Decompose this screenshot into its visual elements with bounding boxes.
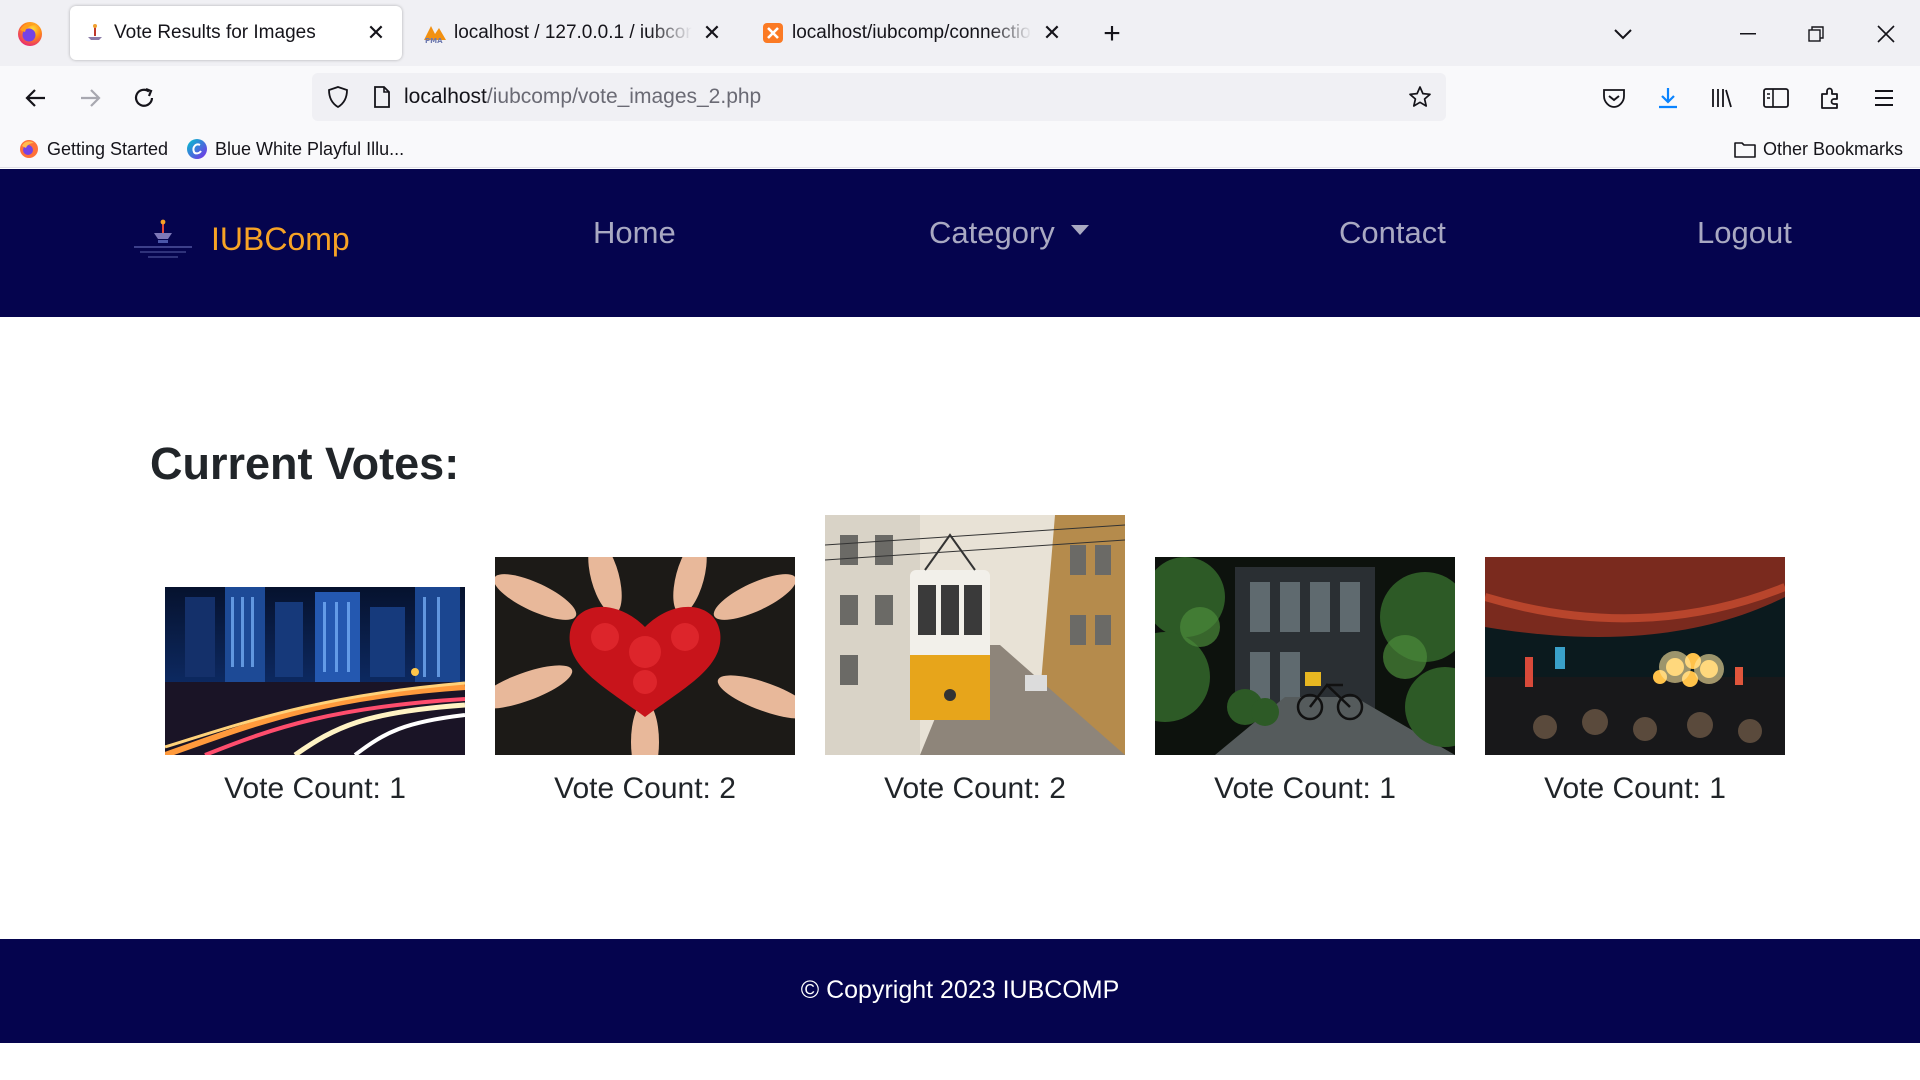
page-info-icon[interactable] [366,81,398,113]
forward-arrow-icon[interactable] [70,78,110,118]
current-votes-heading: Current Votes: [150,438,460,489]
new-tab-plus-icon[interactable]: + [1092,14,1132,54]
minimize-icon[interactable] [1728,14,1768,54]
site-navbar: IUBComp Home Category Contact Logout [0,169,1920,317]
close-tab-icon[interactable]: ✕ [696,17,728,49]
url-host: localhost [404,85,487,108]
close-tab-icon[interactable]: ✕ [360,17,392,49]
downloads-icon[interactable] [1648,78,1688,118]
browser-navigation-bar: localhost/iubcomp/vote_images_2.php [0,66,1920,130]
bookmarks-toolbar: Getting Started Blue White Playful Illu.… [0,130,1920,168]
red-painted-hands-image [495,557,795,755]
vote-count: Vote Count: 2 [554,772,736,805]
back-arrow-icon[interactable] [16,78,56,118]
vote-count: Vote Count: 2 [884,772,1066,805]
copyright-text: © Copyright 2023 IUBCOMP [800,976,1120,1004]
phpmyadmin-icon: PMA [422,20,448,46]
brand-name[interactable]: IUBComp [211,221,350,258]
list-all-tabs-chevron-icon[interactable] [1603,14,1643,54]
nav-contact[interactable]: Contact [1339,215,1446,251]
bookmark-star-icon[interactable] [1404,81,1436,113]
close-window-icon[interactable] [1866,14,1906,54]
firefox-menu-icon[interactable] [14,18,46,50]
tab-vote-results[interactable]: Vote Results for Images ✕ [70,6,402,60]
svg-text:PMA: PMA [425,37,443,44]
pocket-icon[interactable] [1594,78,1634,118]
canva-icon [186,138,208,160]
firefox-icon [18,138,40,160]
extensions-icon[interactable] [1810,78,1850,118]
close-tab-icon[interactable]: ✕ [1036,17,1068,49]
xampp-icon [760,20,786,46]
caret-down-icon [1070,225,1089,235]
reload-icon[interactable] [124,78,164,118]
nav-category-label: Category [929,215,1055,250]
bookmark-getting-started[interactable]: Getting Started [18,135,168,163]
tab-title: Vote Results for Images [114,22,316,43]
tab-title: localhost / 127.0.0.1 / iubcomp [454,22,692,43]
iub-favicon-icon [82,20,108,46]
nav-home[interactable]: Home [593,215,676,251]
bookmark-label: Getting Started [47,138,169,159]
vote-count: Vote Count: 1 [1544,772,1726,805]
alley-bicycle-image [1155,557,1455,755]
sidebar-icon[interactable] [1756,78,1796,118]
browser-tab-bar: Vote Results for Images ✕ PMA localhost … [0,0,1920,66]
url-text[interactable]: localhost/iubcomp/vote_images_2.php [404,85,761,109]
nav-category-dropdown[interactable]: Category [929,215,1089,251]
other-bookmarks-label: Other Bookmarks [1763,138,1904,159]
address-bar[interactable]: localhost/iubcomp/vote_images_2.php [312,73,1446,121]
bookmark-blue-white-playful[interactable]: Blue White Playful Illu... [186,135,404,163]
bookmark-label: Blue White Playful Illu... [215,138,405,159]
url-path: /iubcomp/vote_images_2.php [486,85,762,108]
iub-logo-icon[interactable] [130,219,196,263]
restore-icon[interactable] [1796,14,1836,54]
yellow-tram-street-image [825,515,1125,755]
tab-title: localhost/iubcomp/connection.php [792,22,1032,43]
library-icon[interactable] [1702,78,1742,118]
vote-count: Vote Count: 1 [1214,772,1396,805]
hamburger-menu-icon[interactable] [1864,78,1904,118]
tab-phpmyadmin[interactable]: PMA localhost / 127.0.0.1 / iubcomp ✕ [410,6,738,60]
city-night-traffic-image [165,587,465,755]
vote-count: Vote Count: 1 [224,772,406,805]
site-footer: © Copyright 2023 IUBCOMP [0,939,1920,1043]
other-bookmarks-folder[interactable]: Other Bookmarks [1734,135,1903,163]
nav-logout[interactable]: Logout [1697,215,1792,251]
night-street-lights-image [1485,557,1785,755]
folder-icon [1734,138,1756,160]
tracking-protection-shield-icon[interactable] [322,81,354,113]
tab-connection[interactable]: localhost/iubcomp/connection.php ✕ [748,6,1078,60]
